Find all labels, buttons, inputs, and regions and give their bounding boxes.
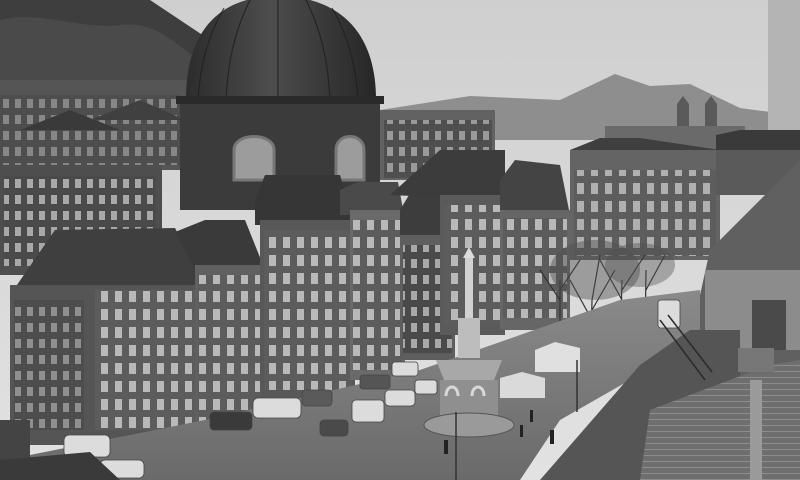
background-town (0, 80, 190, 170)
city-square-photo (0, 0, 800, 480)
distant-tower (768, 0, 800, 130)
